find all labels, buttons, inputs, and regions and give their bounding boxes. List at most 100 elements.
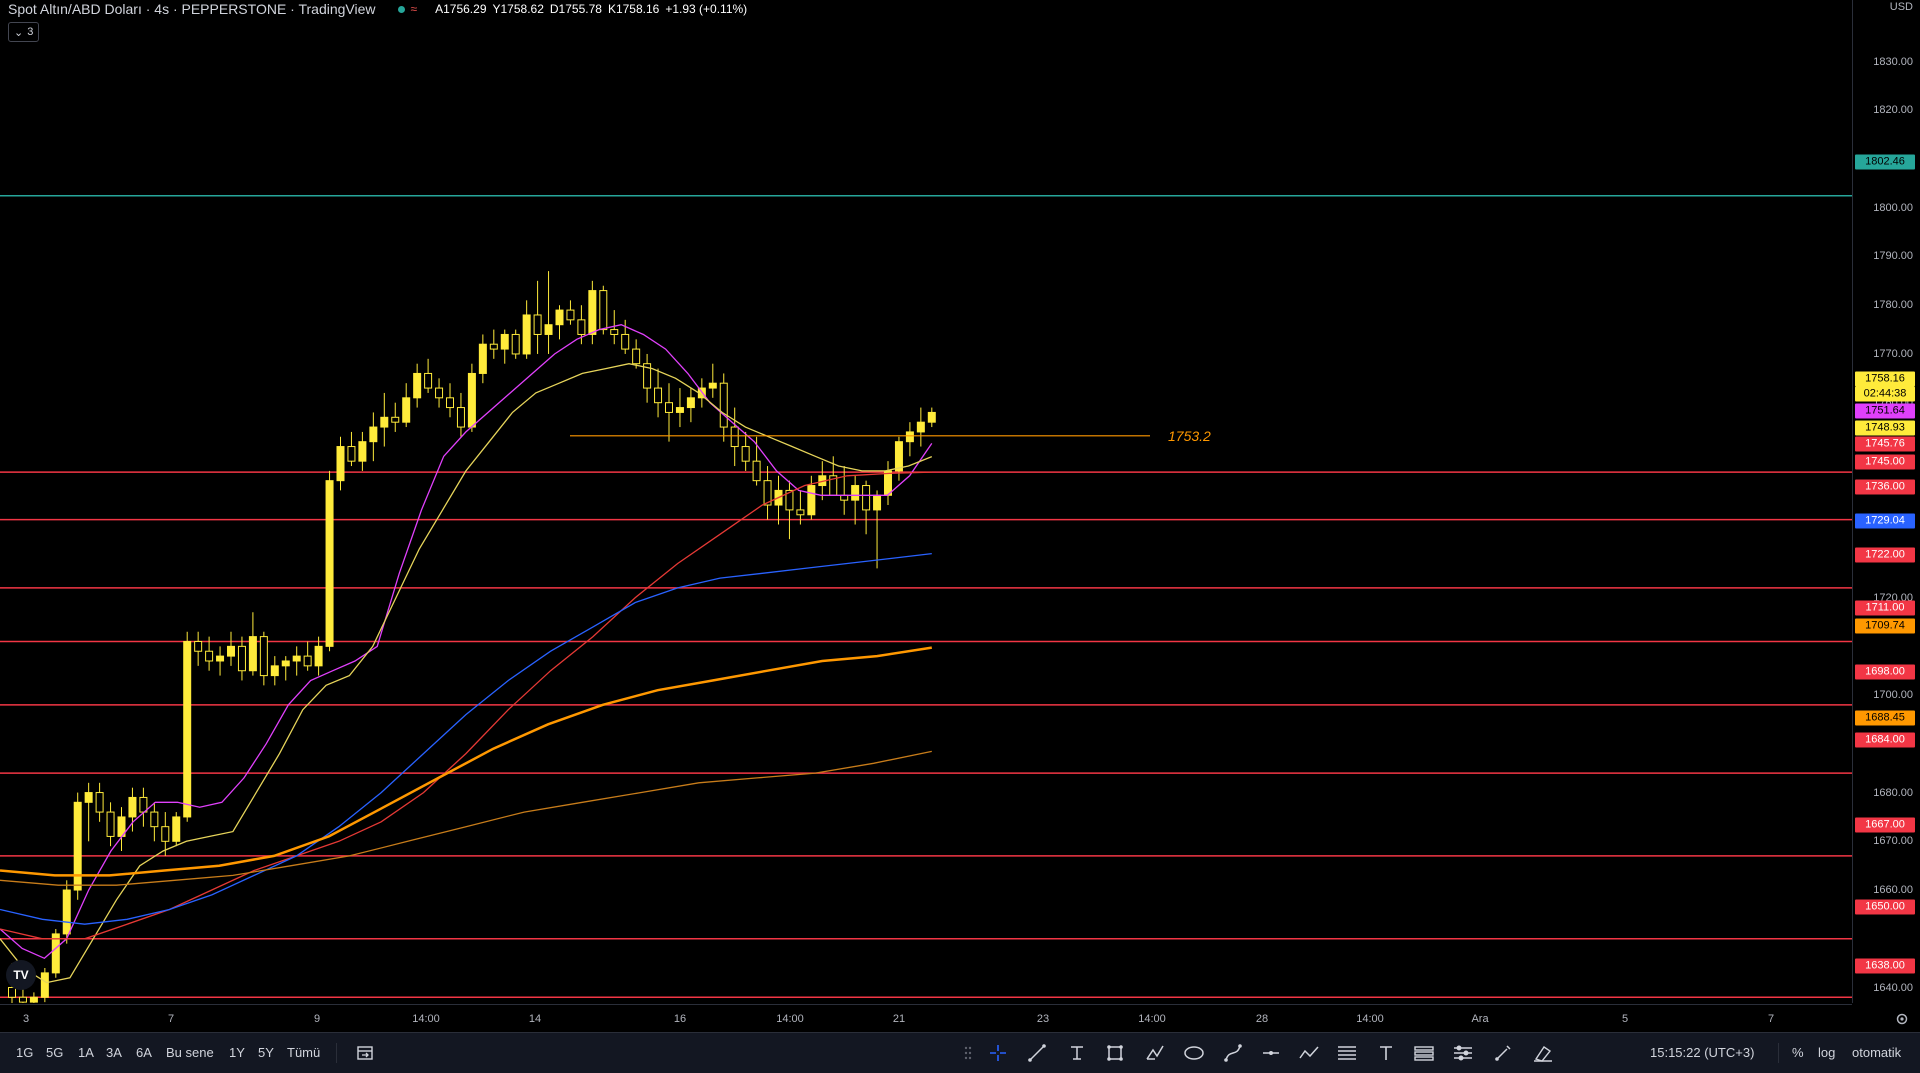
- price-tick-label: 1660.00: [1873, 884, 1913, 897]
- trend-line-icon[interactable]: [1024, 1040, 1050, 1066]
- period-1a[interactable]: 1A: [78, 1033, 94, 1073]
- path-icon[interactable]: [1142, 1040, 1168, 1066]
- rectangle-icon[interactable]: [1102, 1040, 1128, 1066]
- brush-icon[interactable]: [1490, 1040, 1516, 1066]
- period-3a[interactable]: 3A: [106, 1033, 122, 1073]
- price-tag[interactable]: 1638.00: [1855, 958, 1915, 974]
- candle-body: [796, 509, 805, 516]
- indicators-collapse-button[interactable]: ⌄ 3: [8, 22, 40, 42]
- time-tick-label: 23: [1036, 1013, 1050, 1025]
- period-ytd[interactable]: Bu sene: [166, 1033, 214, 1073]
- candle-body: [40, 972, 49, 998]
- currency-label[interactable]: USD: [1890, 1, 1913, 13]
- price-tick-label: 1780.00: [1873, 299, 1913, 312]
- candle-body: [446, 397, 454, 409]
- candle-body: [391, 416, 400, 423]
- price-tag[interactable]: 1758.16: [1855, 371, 1915, 387]
- calendar-range-icon[interactable]: [352, 1040, 378, 1066]
- time-axis-settings[interactable]: [1892, 1009, 1912, 1029]
- price-tag[interactable]: 1802.46: [1855, 154, 1915, 170]
- candle-body: [566, 309, 575, 321]
- chart-canvas[interactable]: 1753.2: [0, 0, 1852, 1003]
- ohlc-low: D1755.78: [549, 2, 602, 16]
- symbol-title[interactable]: Spot Altın/ABD Doları · 4s · PEPPERSTONE…: [8, 1, 376, 17]
- horizontal-lines-icon[interactable]: [1334, 1040, 1360, 1066]
- candle-body: [237, 645, 246, 672]
- candle-body: [522, 314, 531, 355]
- candle-body: [270, 665, 279, 677]
- price-tick-label: 1820.00: [1873, 104, 1913, 117]
- candle-body: [413, 372, 422, 399]
- period-1y[interactable]: 1Y: [229, 1033, 245, 1073]
- candle-body: [194, 640, 203, 652]
- candle-body: [807, 485, 816, 516]
- candle-body: [95, 792, 104, 813]
- period-1g[interactable]: 1G: [16, 1033, 33, 1073]
- time-tick-label: 14: [528, 1013, 542, 1025]
- polyline-icon[interactable]: [1296, 1040, 1322, 1066]
- crosshair-icon[interactable]: [985, 1040, 1011, 1066]
- highlighter-icon[interactable]: [1530, 1040, 1556, 1066]
- candle-body: [259, 636, 268, 677]
- candle-body: [358, 441, 367, 462]
- percent-scale-toggle[interactable]: %: [1792, 1033, 1804, 1073]
- date-range-icon[interactable]: [1450, 1040, 1476, 1066]
- clock-timezone[interactable]: 15:15:22 (UTC+3): [1650, 1033, 1754, 1073]
- period-5y[interactable]: 5Y: [258, 1033, 274, 1073]
- chart-pane[interactable]: 1753.2 Spot Altın/ABD Doları · 4s · PEPP…: [0, 0, 1852, 1003]
- price-axis[interactable]: USD 1830.001820.001810.001800.001790.001…: [1852, 0, 1920, 1003]
- price-tag[interactable]: 1748.93: [1855, 420, 1915, 436]
- price-tag[interactable]: 1650.00: [1855, 899, 1915, 915]
- candle-body: [610, 329, 619, 335]
- candle-body: [752, 460, 761, 482]
- price-tag[interactable]: 1711.00: [1855, 600, 1915, 616]
- price-tag[interactable]: 1722.00: [1855, 547, 1915, 563]
- toolbar-divider: [1778, 1043, 1779, 1063]
- period-all[interactable]: Tümü: [287, 1033, 320, 1073]
- log-scale-toggle[interactable]: log: [1818, 1033, 1835, 1073]
- price-tag[interactable]: 1709.74: [1855, 618, 1915, 634]
- price-tag[interactable]: 1745.00: [1855, 454, 1915, 470]
- price-tag[interactable]: 1667.00: [1855, 817, 1915, 833]
- time-tick-label: 14:00: [776, 1013, 804, 1025]
- candle-body: [916, 421, 925, 433]
- price-tag[interactable]: 02:44:38: [1855, 386, 1915, 402]
- candle-body: [873, 494, 882, 511]
- time-axis[interactable]: 3 7 9 14:00 14 16 14:00 21 23 14:00 28 14:00 Ara 5 7: [0, 1004, 1908, 1033]
- curve-icon[interactable]: [1220, 1040, 1246, 1066]
- candle-body: [248, 636, 257, 672]
- drag-handle-icon[interactable]: [955, 1040, 981, 1066]
- price-tag[interactable]: 1736.00: [1855, 479, 1915, 495]
- candle-body: [730, 426, 739, 448]
- candle-body: [665, 402, 673, 413]
- ellipse-icon[interactable]: [1181, 1040, 1207, 1066]
- bottom-toolbar: 1G 5G 1A 3A 6A Bu sene 1Y 5Y Tümü 15:15:…: [0, 1032, 1920, 1073]
- price-tag[interactable]: 1751.64: [1855, 403, 1915, 419]
- settings-gear-icon: [1896, 1013, 1908, 1025]
- candle-body: [128, 796, 137, 818]
- horizontal-ray-icon[interactable]: [1258, 1040, 1284, 1066]
- time-tick-label: 7: [1767, 1013, 1775, 1025]
- auto-scale-toggle[interactable]: otomatik: [1852, 1033, 1901, 1073]
- price-tag[interactable]: 1745.76: [1855, 436, 1915, 452]
- candle-body: [347, 446, 356, 462]
- candle-body: [281, 660, 290, 667]
- price-tag[interactable]: 1684.00: [1855, 732, 1915, 748]
- symbol-legend: Spot Altın/ABD Doları · 4s · PEPPERSTONE…: [8, 0, 753, 18]
- candle-body: [183, 640, 192, 818]
- price-tag[interactable]: 1729.04: [1855, 513, 1915, 529]
- candle-body: [8, 987, 16, 998]
- candle-body: [456, 407, 465, 428]
- price-tag[interactable]: 1688.45: [1855, 710, 1915, 726]
- candle-body: [84, 792, 93, 803]
- period-5g[interactable]: 5G: [46, 1033, 63, 1073]
- price-range-icon[interactable]: [1411, 1040, 1437, 1066]
- text-icon[interactable]: [1373, 1040, 1399, 1066]
- candle-body: [675, 407, 684, 413]
- period-6a[interactable]: 6A: [136, 1033, 152, 1073]
- candle-body: [216, 655, 225, 662]
- candle-body: [544, 324, 553, 335]
- anchored-text-icon[interactable]: [1064, 1040, 1090, 1066]
- price-tag[interactable]: 1698.00: [1855, 664, 1915, 680]
- tradingview-logo[interactable]: TV: [6, 960, 36, 990]
